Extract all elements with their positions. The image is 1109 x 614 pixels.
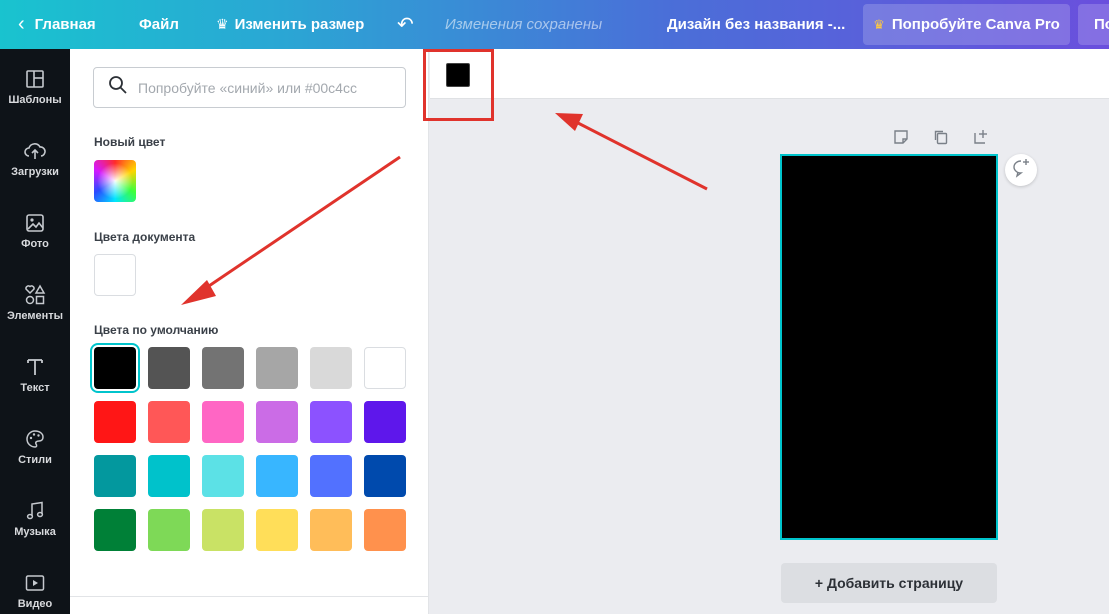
add-comment-button[interactable]	[1005, 154, 1037, 186]
color-search-input[interactable]	[138, 79, 398, 96]
color-panel: Новый цвет Цвета документа Цвета по умол…	[70, 49, 429, 614]
add-page-button[interactable]: + Добавить страницу	[781, 563, 997, 603]
color-swatch[interactable]	[94, 509, 136, 551]
share-button[interactable]: Поделиться	[1078, 4, 1109, 45]
color-swatch[interactable]	[202, 455, 244, 497]
color-swatch[interactable]	[202, 509, 244, 551]
color-swatch[interactable]	[94, 401, 136, 443]
top-bar: ‹ Главная Файл ♛ Изменить размер ↶ Измен…	[0, 0, 1109, 49]
annotation-arrow-to-fill-button	[555, 113, 708, 191]
nav-item-templates[interactable]: Шаблоны	[0, 49, 70, 121]
resize-label: Изменить размер	[234, 16, 365, 33]
new-color-picker-button[interactable]	[94, 160, 136, 202]
color-swatch[interactable]	[202, 401, 244, 443]
color-swatch[interactable]	[256, 401, 298, 443]
home-label: Главная	[34, 16, 96, 33]
default-colors-label: Цвета по умолчанию	[94, 323, 219, 337]
try-pro-label: Попробуйте Canva Pro	[891, 16, 1060, 33]
video-icon	[23, 571, 47, 595]
nav-item-music[interactable]: Музыка	[0, 481, 70, 553]
design-title[interactable]: Дизайн без названия -...	[667, 0, 845, 49]
color-swatch[interactable]	[364, 509, 406, 551]
color-swatch[interactable]	[94, 455, 136, 497]
color-swatch[interactable]	[256, 509, 298, 551]
music-icon	[23, 499, 47, 523]
resize-button[interactable]: ♛ Изменить размер	[216, 0, 364, 49]
nav-label: Стили	[18, 454, 52, 466]
color-swatch[interactable]	[310, 455, 352, 497]
note-icon[interactable]	[891, 127, 911, 147]
photo-icon	[23, 211, 47, 235]
color-swatch[interactable]	[94, 347, 136, 389]
nav-item-video[interactable]: Видео	[0, 553, 70, 614]
save-status: Изменения сохранены	[445, 16, 603, 33]
color-swatch[interactable]	[148, 509, 190, 551]
nav-item-photos[interactable]: Фото	[0, 193, 70, 265]
design-page[interactable]	[780, 154, 998, 540]
color-swatch[interactable]	[310, 347, 352, 389]
document-colors-label: Цвета документа	[94, 230, 196, 244]
color-swatch[interactable]	[256, 455, 298, 497]
color-swatch[interactable]	[148, 455, 190, 497]
color-swatch[interactable]	[364, 455, 406, 497]
duplicate-page-icon[interactable]	[931, 127, 951, 147]
nav-label: Текст	[20, 382, 50, 394]
nav-item-text[interactable]: Текст	[0, 337, 70, 409]
side-navigation: Шаблоны Загрузки Фото Элементы Текст Сти…	[0, 49, 70, 614]
file-label: Файл	[139, 16, 179, 33]
undo-icon: ↶	[397, 14, 414, 36]
nav-label: Элементы	[6, 310, 64, 322]
undo-button[interactable]: ↶	[397, 0, 414, 49]
chevron-left-icon: ‹	[18, 13, 25, 35]
elements-icon	[23, 283, 47, 307]
search-icon	[108, 75, 128, 100]
nav-label: Фото	[21, 238, 49, 250]
upload-icon	[23, 139, 47, 163]
nav-item-uploads[interactable]: Загрузки	[0, 121, 70, 193]
panel-divider	[70, 596, 428, 597]
crown-icon: ♛	[873, 16, 885, 32]
share-label: Поделиться	[1094, 16, 1109, 33]
nav-label: Видео	[17, 598, 53, 610]
text-icon	[23, 355, 47, 379]
add-page-icon[interactable]	[971, 127, 991, 147]
color-search-box[interactable]	[93, 67, 406, 108]
templates-icon	[23, 67, 47, 91]
color-swatch[interactable]	[202, 347, 244, 389]
color-swatch[interactable]	[148, 347, 190, 389]
nav-item-elements[interactable]: Элементы	[0, 265, 70, 337]
try-pro-button[interactable]: ♛ Попробуйте Canva Pro	[863, 4, 1070, 45]
fill-color-button[interactable]	[446, 63, 470, 87]
color-swatch[interactable]	[310, 509, 352, 551]
nav-label: Музыка	[14, 526, 56, 538]
editor-toolbar	[430, 49, 1109, 99]
nav-label: Загрузки	[11, 166, 59, 178]
color-swatch[interactable]	[256, 347, 298, 389]
color-swatch[interactable]	[364, 401, 406, 443]
color-swatch[interactable]	[364, 347, 406, 389]
crown-icon: ♛	[216, 16, 229, 32]
file-menu-button[interactable]: Файл	[139, 0, 179, 49]
styles-icon	[23, 427, 47, 451]
new-color-label: Новый цвет	[94, 135, 166, 149]
nav-label: Шаблоны	[8, 94, 62, 106]
comment-add-icon	[1011, 158, 1031, 183]
color-swatch[interactable]	[310, 401, 352, 443]
home-button[interactable]: ‹ Главная	[18, 0, 96, 49]
document-color-swatch[interactable]	[94, 254, 136, 296]
color-swatch[interactable]	[148, 401, 190, 443]
nav-item-styles[interactable]: Стили	[0, 409, 70, 481]
